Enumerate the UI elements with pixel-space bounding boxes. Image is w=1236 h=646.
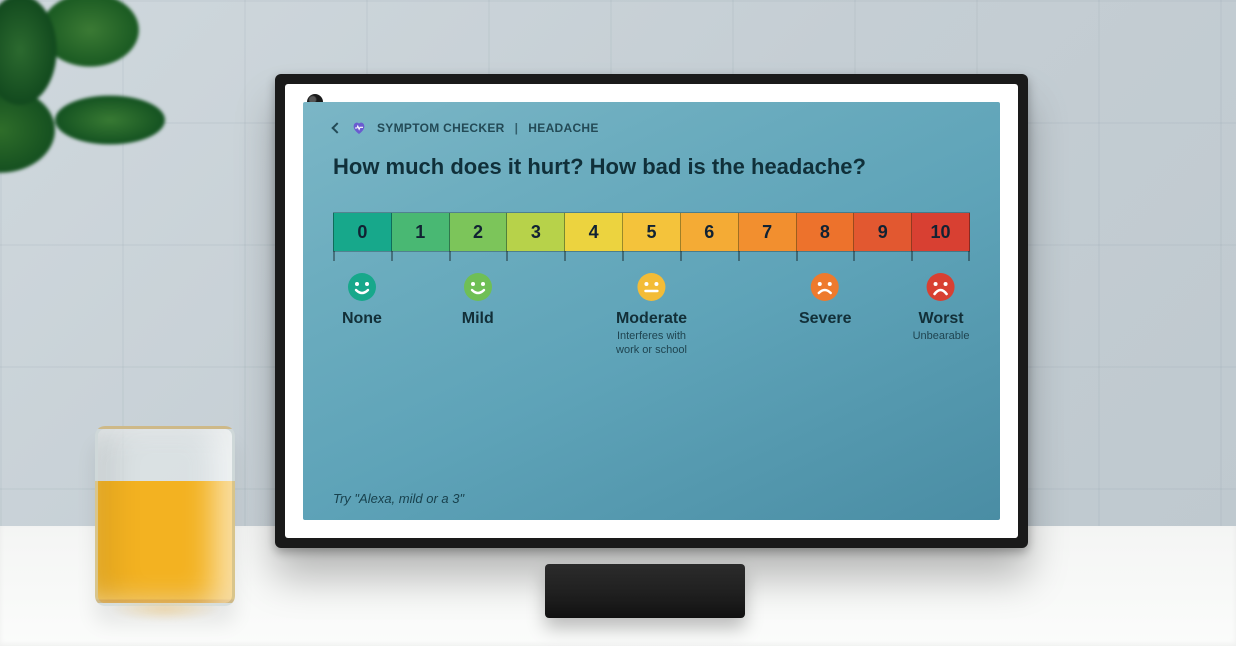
header-app-name: SYMPTOM CHECKER (377, 121, 505, 135)
app-screen: SYMPTOM CHECKER | HEADACHE How much does… (303, 102, 1000, 520)
face-neutral-icon (637, 272, 667, 302)
scale-label-name: Worst (913, 310, 970, 328)
scale-cell-7[interactable]: 7 (739, 213, 797, 251)
scale-cell-2[interactable]: 2 (450, 213, 508, 251)
voice-hint: Try "Alexa, mild or a 3" (333, 491, 464, 506)
scale-label-worst: Worst Unbearable (913, 272, 970, 344)
scale-cell-5[interactable]: 5 (623, 213, 681, 251)
scale-label-mild: Mild (462, 272, 494, 328)
header-bar: SYMPTOM CHECKER | HEADACHE (333, 120, 970, 136)
back-icon[interactable] (331, 122, 342, 133)
scale-label-severe: Severe (799, 272, 852, 328)
scale-label-none: None (342, 272, 382, 328)
scale-label-moderate: Moderate Interferes with work or school (616, 272, 687, 358)
heart-health-icon (351, 120, 367, 136)
orange-juice-glass (95, 426, 235, 606)
scale-cell-1[interactable]: 1 (392, 213, 450, 251)
scale-label-name: Moderate (616, 310, 687, 328)
plant (0, 0, 220, 250)
scale-cell-3[interactable]: 3 (507, 213, 565, 251)
pain-scale: 012345678910 None Mild Moderate Interferes … (333, 212, 970, 362)
device-bezel: SYMPTOM CHECKER | HEADACHE How much does… (285, 84, 1018, 538)
scene-photo: SYMPTOM CHECKER | HEADACHE How much does… (0, 0, 1236, 646)
face-happy-icon (347, 272, 377, 302)
header-context: HEADACHE (528, 121, 598, 135)
echo-show-device: SYMPTOM CHECKER | HEADACHE How much does… (275, 74, 1028, 548)
scale-cell-8[interactable]: 8 (797, 213, 855, 251)
scale-label-name: None (342, 310, 382, 328)
scale-label-name: Mild (462, 310, 494, 328)
face-sad-icon (810, 272, 840, 302)
question-text: How much does it hurt? How bad is the he… (333, 154, 970, 180)
scale-cell-0[interactable]: 0 (333, 213, 392, 251)
pain-scale-labels: None Mild Moderate Interferes with work or … (333, 272, 970, 362)
scale-cell-9[interactable]: 9 (854, 213, 912, 251)
face-worst-icon (926, 272, 956, 302)
scale-cell-6[interactable]: 6 (681, 213, 739, 251)
header-separator: | (515, 121, 519, 135)
scale-cell-4[interactable]: 4 (565, 213, 623, 251)
scale-cell-10[interactable]: 10 (912, 213, 970, 251)
face-happy-icon (463, 272, 493, 302)
pain-scale-bar[interactable]: 012345678910 (333, 212, 970, 252)
scale-label-sub: Unbearable (913, 330, 970, 344)
device-stand (545, 564, 745, 618)
scale-label-name: Severe (799, 310, 852, 328)
scale-label-sub: Interferes with work or school (616, 330, 687, 358)
